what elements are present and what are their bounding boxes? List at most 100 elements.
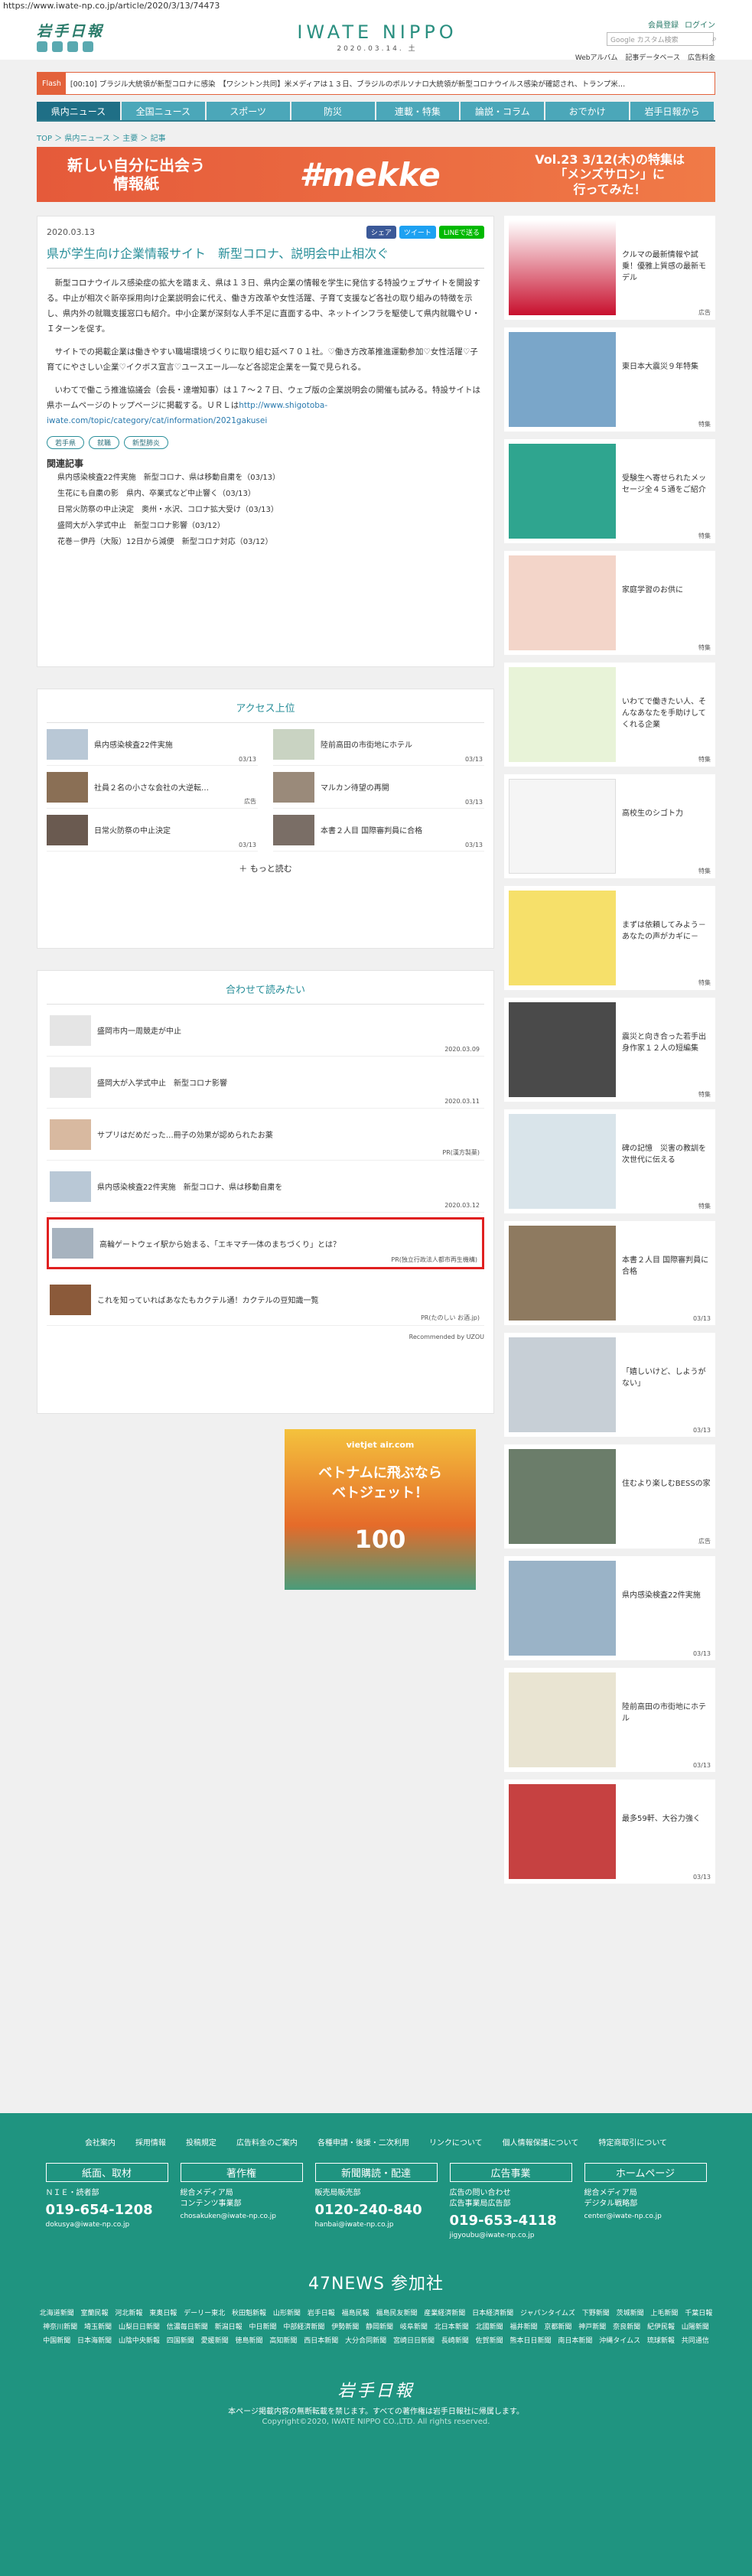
footer-contact-column: 新聞購読・配達 販売局販売部 0120-240-840 hanbai@iwate-np… <box>314 2163 438 2239</box>
instagram-icon[interactable] <box>83 41 93 52</box>
ranking-item[interactable]: 社員２名の小さな会社の大逆転… 広告 <box>47 766 258 809</box>
ranking-item[interactable]: マルカン待望の再開 03/13 <box>273 766 484 809</box>
sidebar-item[interactable]: まずは依頼してみよう－あなたの声がカギに－ 特集 <box>504 886 715 990</box>
sublink-database[interactable]: 記事データベース <box>625 52 680 62</box>
recommend-text: サプリはだめだった…冊子の効果が認められたお薬 <box>97 1132 273 1140</box>
nav-sports[interactable]: スポーツ <box>206 102 290 120</box>
related-link[interactable]: 県内感染検査22件実施 新型コロナ、県は移動自粛を（03/13） <box>47 470 484 486</box>
line-icon[interactable] <box>67 41 78 52</box>
sidebar-item[interactable]: 高校生のシゴト力 特集 <box>504 774 715 878</box>
thumbnail <box>509 1226 616 1321</box>
sublink-album[interactable]: Webアルバム <box>575 52 618 62</box>
sidebar-item[interactable]: いわてで働きたい人、そんなあなたを手助けしてくれる企業 特集 <box>504 663 715 767</box>
recommend-item[interactable]: 盛岡大が入学式中止 新型コロナ影響 2020.03.11 <box>47 1057 484 1109</box>
nav-column[interactable]: 論説・コラム <box>461 102 545 120</box>
mekke-banner[interactable]: 新しい自分に出会う 情報紙 #mekke Vol.23 3/12(木)の特集は … <box>37 147 715 202</box>
sidebar-item[interactable]: 陸前高田の市街地にホテル 03/13 <box>504 1668 715 1772</box>
vietjet-ad[interactable]: vietjet air.com ベトナムに飛ぶなら ベトジェット！ 100 <box>285 1429 476 1590</box>
header-date: 2020.03.14. 土 <box>337 45 418 53</box>
tweet-button[interactable]: ツイート <box>399 226 436 239</box>
sidebar-item[interactable]: 県内感染検査22件実施 03/13 <box>504 1556 715 1660</box>
contact-email[interactable]: dokusya@iwate-np.co.jp <box>46 2221 168 2229</box>
footer-link[interactable]: 広告料金のご案内 <box>236 2136 298 2148</box>
breadcrumb[interactable]: TOP ＞ 県内ニュース ＞ 主要 ＞ 記事 <box>37 132 166 143</box>
nav-local-news[interactable]: 県内ニュース <box>37 102 120 120</box>
contact-email[interactable]: jigyoubu@iwate-np.co.jp <box>450 2232 572 2239</box>
recommend-item[interactable]: 県内感染検査22件実施 新型コロナ、県は移動自粛を 2020.03.12 <box>47 1161 484 1213</box>
thumbnail <box>273 728 314 760</box>
more-button[interactable]: ＋ もっと読む <box>47 852 484 874</box>
sidebar-text: 県内感染検査22件実施 <box>622 1591 701 1600</box>
line-share-button[interactable]: LINEで送る <box>438 226 484 239</box>
ranking-title: 社員２名の小さな会社の大逆転… <box>94 784 209 793</box>
footer-link[interactable]: 採用情報 <box>135 2136 166 2148</box>
sidebar-item[interactable]: 「嬉しいけど、しようがない」 03/13 <box>504 1333 715 1437</box>
contact-email[interactable]: chosakuken@iwate-np.co.jp <box>181 2213 303 2220</box>
contact-email[interactable]: hanbai@iwate-np.co.jp <box>315 2221 438 2229</box>
recommend-item-highlighted[interactable]: 高輪ゲートウェイ駅から始まる、「エキマチ一体のまちづくり」とは？ PR(独立行政法… <box>47 1217 484 1269</box>
twitter-icon[interactable] <box>52 41 63 52</box>
sidebar-text: 碑の記憶 災害の教訓を次世代に伝える <box>622 1145 706 1164</box>
sidebar-item[interactable]: 受験生へ寄せられたメッセージ全４５通をご紹介 特集 <box>504 439 715 543</box>
ranking-date: 03/13 <box>464 756 483 763</box>
footer-link[interactable]: リンクについて <box>429 2136 483 2148</box>
recommend-text: 県内感染検査22件実施 新型コロナ、県は移動自粛を <box>97 1184 283 1192</box>
ranking-item[interactable]: 陸前高田の市街地にホテル 03/13 <box>273 723 484 766</box>
ranking-item[interactable]: 日常火防祭の中止決定 03/13 <box>47 809 258 852</box>
sidebar-item[interactable]: クルマの最新情報や試乗！優雅上質感の最新モデル 広告 <box>504 216 715 320</box>
tag-chip[interactable]: 就職 <box>89 436 120 450</box>
recommend-section: 合わせて読みたい 盛岡市内一周競走が中止 2020.03.09 盛岡大が入学式中止… <box>37 970 494 1414</box>
access-ranking: アクセス上位 県内感染検査22件実施 03/13 陸前高田の市街地にホテル 03/1… <box>37 689 494 949</box>
register-link[interactable]: 会員登録 <box>648 18 679 30</box>
sidebar-item[interactable]: 東日本大震災９年特集 特集 <box>504 327 715 432</box>
thumbnail <box>509 220 616 315</box>
member-papers-list[interactable]: 北海道新聞 室蘭民報 河北新報 東奥日報 デーリー東北 秋田魁新報 山形新聞 岩… <box>40 2307 713 2348</box>
sidebar-text: 本書２人目 国際審判員に合格 <box>622 1256 709 1276</box>
ranking-title: 本書２人目 国際審判員に合格 <box>321 827 423 835</box>
facebook-icon[interactable] <box>37 41 47 52</box>
sidebar-label: 特集 <box>698 979 711 986</box>
sidebar-item[interactable]: 最多59軒、大谷力強く 03/13 <box>504 1780 715 1884</box>
login-link[interactable]: ログイン <box>685 18 715 30</box>
recommend-text: これを知っていればあなたもカクテル通！カクテルの豆知識一覧 <box>97 1297 319 1305</box>
facebook-share-button[interactable]: シェア <box>366 226 396 239</box>
thumbnail <box>52 1228 93 1259</box>
search-input[interactable]: Google カスタム検索 <box>607 32 714 46</box>
nav-from-nippo[interactable]: 岩手日報から <box>630 102 714 120</box>
sidebar-item[interactable]: 家庭学習のお供に 特集 <box>504 551 715 655</box>
footer-link[interactable]: 各種申請・後援・二次利用 <box>317 2136 409 2148</box>
tag-chip[interactable]: 若手県 <box>47 436 85 450</box>
recommend-item[interactable]: サプリはだめだった…冊子の効果が認められたお薬 PR(漢方製薬) <box>47 1109 484 1161</box>
nav-outing[interactable]: おでかけ <box>545 102 630 120</box>
sublink-adrates[interactable]: 広告料金 <box>688 52 715 62</box>
tag-chip[interactable]: 新型肺炎 <box>124 436 169 450</box>
center-logo[interactable]: IWATE NIPPO 2020.03.14. 土 <box>297 21 457 53</box>
ranking-item[interactable]: 本書２人目 国際審判員に合格 03/13 <box>273 809 484 852</box>
sidebar-item[interactable]: 碑の記憶 災害の教訓を次世代に伝える 特集 <box>504 1109 715 1213</box>
search-icon[interactable]: ⌕ <box>712 34 717 44</box>
site-logo[interactable]: 岩手日報 <box>37 20 104 41</box>
footer-link[interactable]: 投稿規定 <box>186 2136 216 2148</box>
nav-series[interactable]: 連載・特集 <box>376 102 460 120</box>
related-link[interactable]: 花巻－伊丹（大阪）12日から減便 新型コロナ対応（03/12） <box>47 534 484 550</box>
flash-news-bar[interactable]: Flash [00:10] ブラジル大統領が新型コロナに感染 【ワシントン共同】… <box>37 72 715 95</box>
contact-dept: 販売局販売部 <box>314 2189 361 2197</box>
thumbnail <box>50 1119 91 1150</box>
related-link[interactable]: 盛岡大が入学式中止 新型コロナ影響（03/12） <box>47 518 484 534</box>
sidebar-item[interactable]: 住むより楽しむBESSの家 広告 <box>504 1444 715 1549</box>
recommend-item[interactable]: 盛岡市内一周競走が中止 2020.03.09 <box>47 1005 484 1057</box>
contact-heading: 著作権 <box>180 2163 303 2182</box>
flash-text[interactable]: [00:10] ブラジル大統領が新型コロナに感染 【ワシントン共同】米メディアは… <box>70 78 625 89</box>
footer-link[interactable]: 会社案内 <box>85 2136 116 2148</box>
related-link[interactable]: 生花にも自粛の影 県内、卒業式など中止響く（03/13） <box>47 486 484 502</box>
ranking-item[interactable]: 県内感染検査22件実施 03/13 <box>47 723 258 766</box>
sidebar-item[interactable]: 本書２人目 国際審判員に合格 03/13 <box>504 1221 715 1325</box>
contact-email[interactable]: center@iwate-np.co.jp <box>584 2213 707 2220</box>
footer-link[interactable]: 特定商取引について <box>598 2136 667 2148</box>
related-link[interactable]: 日常火防祭の中止決定 奥州・水沢、コロナ拡大受け（03/13） <box>47 502 484 518</box>
sidebar-item[interactable]: 震災と向き合った若手出身作家１２人の短編集 特集 <box>504 998 715 1102</box>
nav-national-news[interactable]: 全国ニュース <box>121 102 205 120</box>
recommend-item[interactable]: これを知っていればあなたもカクテル通！カクテルの豆知識一覧 PR(たのしい お酒.… <box>47 1274 484 1326</box>
nav-disaster[interactable]: 防災 <box>291 102 375 120</box>
footer-link[interactable]: 個人情報保護について <box>503 2136 579 2148</box>
